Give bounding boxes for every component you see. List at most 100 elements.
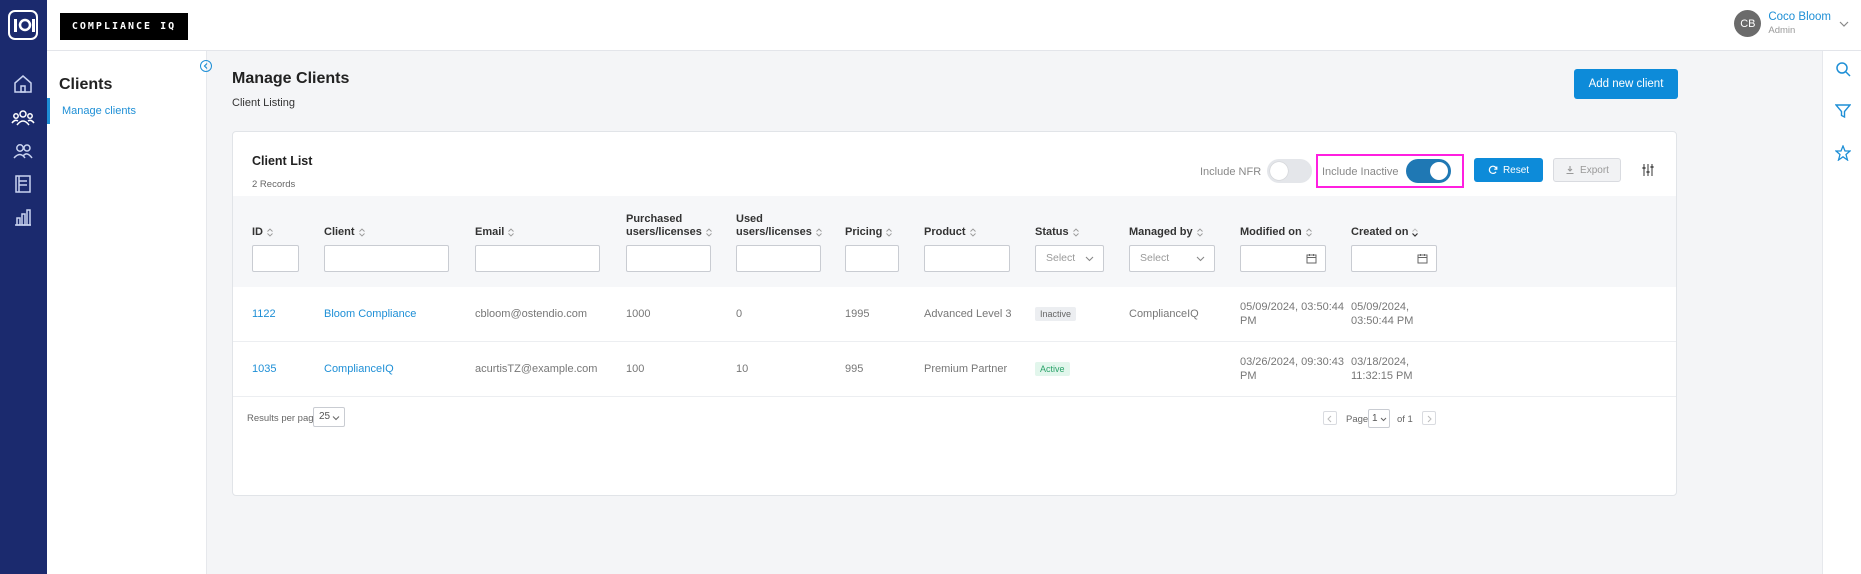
purchased-filter-input[interactable] (626, 245, 711, 272)
avatar[interactable]: CB (1734, 10, 1762, 37)
sort-icon[interactable] (508, 227, 515, 237)
managed-by-filter-select[interactable]: Select (1129, 245, 1215, 272)
table-row[interactable]: 1035 ComplianceIQ acurtisTZ@example.com … (233, 342, 1676, 397)
column-header-created-on[interactable]: Created on (1351, 226, 1419, 239)
column-header-client[interactable]: Client (324, 226, 365, 239)
sidebar-item-manage-clients[interactable]: Manage clients (47, 98, 207, 124)
cell-id[interactable]: 1035 (252, 362, 276, 376)
sort-icon[interactable] (1072, 227, 1079, 237)
product-filter-input[interactable] (924, 245, 1010, 272)
sort-icon[interactable] (969, 227, 976, 237)
toggle-knob (1430, 162, 1448, 180)
cell-modified-on: 03/26/2024, 09:30:43 PM (1240, 355, 1344, 383)
sort-icon[interactable] (886, 227, 893, 237)
date-text: 05/09/2024, 03:50:44 (1240, 301, 1344, 313)
cell-purchased: 100 (626, 363, 645, 375)
app-logo-icon[interactable] (6, 8, 40, 42)
column-header-modified-on[interactable]: Modified on (1240, 226, 1312, 239)
reset-label: Reset (1502, 164, 1530, 176)
used-filter-input[interactable] (736, 245, 821, 272)
status-filter-select[interactable]: Select (1035, 245, 1104, 272)
previous-page-button[interactable] (1323, 411, 1337, 425)
created-on-date-picker[interactable] (1351, 245, 1437, 272)
sort-icon[interactable] (1305, 227, 1312, 237)
reports-chart-icon[interactable] (11, 205, 35, 229)
add-new-client-button[interactable]: Add new client (1574, 69, 1678, 99)
chevron-right-icon (1427, 415, 1432, 423)
clients-icon[interactable] (11, 106, 35, 130)
table-row[interactable]: 1122 Bloom Compliance cbloom@ostendio.co… (233, 287, 1676, 342)
time-text: 11:32:15 PM (1351, 370, 1413, 382)
managed-by-filter-placeholder: Select (1140, 252, 1170, 264)
filter-icon[interactable] (1835, 103, 1851, 119)
client-filter-input[interactable] (324, 245, 449, 272)
pricing-filter-input[interactable] (845, 245, 899, 272)
cell-pricing: 1995 (845, 308, 870, 320)
include-nfr-label: Include NFR (1200, 166, 1262, 178)
search-icon[interactable] (1835, 61, 1851, 77)
column-label: Purchased (626, 213, 683, 225)
sort-icon[interactable] (1196, 227, 1203, 237)
page-label: Page (1346, 414, 1369, 425)
current-page-value: 1 (1372, 413, 1378, 424)
include-nfr-toggle[interactable] (1267, 159, 1312, 183)
chevron-down-icon (1085, 256, 1094, 262)
id-filter-input[interactable] (252, 245, 299, 272)
brand-logo[interactable]: COMPLIANCE IQ (60, 13, 188, 40)
column-header-id[interactable]: ID (252, 226, 273, 239)
column-label: Managed by (1129, 226, 1193, 238)
email-filter-input[interactable] (475, 245, 600, 272)
next-page-button[interactable] (1422, 411, 1436, 425)
documents-icon[interactable] (11, 172, 35, 196)
toggle-knob (1270, 162, 1288, 180)
column-header-status[interactable]: Status (1035, 226, 1079, 239)
star-icon[interactable] (1835, 145, 1851, 161)
include-inactive-label: Include Inactive (1322, 166, 1399, 178)
results-per-page-label: Results per page (247, 413, 319, 424)
export-button[interactable]: Export (1553, 158, 1621, 182)
user-name[interactable]: Coco Bloom (1768, 11, 1831, 24)
column-header-purchased[interactable]: Purchased users/licenses (626, 213, 712, 239)
cell-product: Advanced Level 3 (924, 308, 1012, 320)
sort-icon[interactable] (816, 227, 822, 237)
modified-on-date-picker[interactable] (1240, 245, 1326, 272)
reset-button[interactable]: Reset (1474, 158, 1543, 182)
column-label: Pricing (845, 226, 883, 238)
column-header-managed-by[interactable]: Managed by (1129, 226, 1203, 239)
column-header-product[interactable]: Product (924, 226, 976, 239)
cell-email: cbloom@ostendio.com (475, 308, 588, 320)
download-icon (1566, 166, 1574, 175)
column-label: Status (1035, 226, 1069, 238)
time-text: 03:50:44 PM (1351, 315, 1414, 327)
calendar-icon[interactable] (1306, 253, 1317, 264)
calendar-icon[interactable] (1417, 253, 1428, 264)
sort-icon[interactable] (358, 227, 365, 237)
page-number-select[interactable]: 1 (1368, 409, 1390, 428)
results-per-page-select[interactable]: 25 (313, 407, 345, 427)
user-menu[interactable]: CB Coco Bloom Admin (1734, 10, 1849, 37)
cell-managed-by: ComplianceIQ (1129, 308, 1199, 320)
sort-icon[interactable] (706, 227, 712, 237)
cell-product: Premium Partner (924, 363, 1008, 375)
cell-client[interactable]: ComplianceIQ (324, 362, 394, 376)
column-header-used[interactable]: Used users/licenses (736, 213, 822, 239)
page-title: Manage Clients (232, 70, 350, 87)
cell-purchased: 1000 (626, 308, 651, 320)
chevron-down-icon[interactable] (1839, 19, 1849, 29)
include-inactive-toggle[interactable] (1406, 159, 1451, 183)
column-header-email[interactable]: Email (475, 226, 515, 239)
cell-client[interactable]: Bloom Compliance (324, 307, 416, 321)
column-label: ID (252, 226, 263, 238)
cell-id[interactable]: 1122 (252, 307, 276, 321)
column-settings-icon[interactable] (1641, 163, 1655, 177)
collapse-sidebar-icon[interactable] (199, 59, 213, 73)
users-icon[interactable] (11, 139, 35, 163)
sort-icon[interactable] (267, 227, 273, 237)
results-per-page-value: 25 (319, 411, 331, 422)
date-text: 03/26/2024, 09:30:43 (1240, 356, 1344, 368)
column-header-pricing[interactable]: Pricing (845, 226, 893, 239)
subnav-title: Clients (59, 76, 113, 93)
export-label: Export (1580, 164, 1609, 176)
sort-desc-icon[interactable] (1412, 227, 1419, 237)
home-icon[interactable] (11, 72, 35, 96)
